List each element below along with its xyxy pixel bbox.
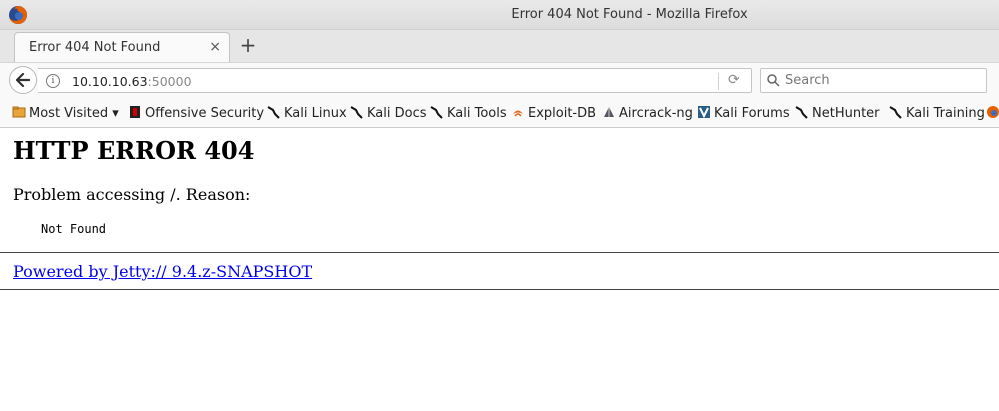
bookmark-exploit-db[interactable]: Exploit-DB [511, 105, 596, 121]
bookmark-label: Aircrack-ng [619, 106, 693, 121]
bookmarks-toolbar: Most Visited ▾ Offensive Security Kali L… [0, 98, 999, 128]
bookmark-kali-tools[interactable]: Kali Tools [430, 105, 507, 121]
bookmark-label: Kali Forums [714, 106, 790, 121]
reload-icon[interactable]: ⟳ [728, 72, 740, 88]
window-titlebar: Error 404 Not Found - Mozilla Firefox [0, 0, 999, 30]
kali-forums-icon [698, 106, 710, 119]
chevron-down-icon: ▾ [108, 106, 119, 121]
url-bar[interactable]: i 10.10.10.63:50000 ⟳ [38, 68, 752, 93]
bookmark-aircrack-ng[interactable]: Aircrack-ng [602, 105, 693, 121]
error-message: Not Found [41, 222, 107, 236]
bookmark-label: Kali Linux [284, 106, 347, 121]
powered-by-link[interactable]: Powered by Jetty:// 9.4.z-SNAPSHOT [13, 262, 986, 281]
kali-dragon-icon [350, 106, 363, 119]
tab-active[interactable]: Error 404 Not Found × [14, 32, 230, 62]
search-input[interactable] [783, 72, 977, 89]
window-title: Error 404 Not Found - Mozilla Firefox [511, 7, 748, 22]
back-button[interactable] [9, 66, 37, 94]
kali-dragon-icon [889, 106, 902, 119]
search-box[interactable] [760, 68, 987, 93]
bookmark-kali-forums[interactable]: Kali Forums [697, 105, 790, 121]
bookmark-label: Most Visited [29, 106, 109, 121]
page-content: HTTP ERROR 404 Problem accessing /. Reas… [0, 136, 999, 290]
kali-dragon-icon [267, 106, 280, 119]
bookmark-offensive-security[interactable]: Offensive Security [128, 105, 264, 121]
back-arrow-icon [16, 73, 30, 87]
folder-icon [12, 106, 26, 118]
exploitdb-icon [513, 110, 523, 117]
url-separator [718, 73, 719, 90]
navigation-toolbar: i 10.10.10.63:50000 ⟳ [0, 62, 999, 98]
url-port: :50000 [147, 74, 192, 89]
search-icon [767, 74, 780, 87]
aircrack-icon [604, 107, 614, 117]
divider [0, 289, 999, 290]
bookmark-kali-training[interactable]: Kali Training [889, 105, 985, 121]
bookmark-label: Offensive Security [145, 106, 265, 121]
error-heading: HTTP ERROR 404 [13, 136, 255, 165]
divider [0, 252, 999, 253]
bookmark-label: Exploit-DB [528, 106, 597, 121]
kali-dragon-icon [795, 106, 808, 119]
firefox-favicon-icon [987, 106, 999, 118]
url-text[interactable]: 10.10.10.63:50000 [72, 74, 192, 89]
bookmark-label: Kali Docs [367, 106, 427, 121]
offsec-icon [130, 106, 140, 118]
bookmark-overflow[interactable] [986, 105, 999, 121]
bookmark-nethunter[interactable]: NetHunter [795, 105, 880, 121]
tab-strip: Error 404 Not Found × + [0, 30, 999, 62]
bookmark-label: Kali Tools [447, 106, 507, 121]
bookmark-kali-linux[interactable]: Kali Linux [267, 105, 347, 121]
tab-title: Error 404 Not Found [29, 40, 161, 55]
close-tab-icon[interactable]: × [209, 39, 221, 55]
error-reason: Problem accessing /. Reason: [13, 185, 251, 204]
url-host: 10.10.10.63 [72, 74, 148, 89]
bookmark-label: Kali Training [906, 106, 985, 121]
kali-dragon-icon [430, 106, 443, 119]
bookmark-kali-docs[interactable]: Kali Docs [350, 105, 427, 121]
info-icon[interactable]: i [46, 74, 60, 88]
new-tab-button[interactable]: + [236, 33, 260, 57]
bookmark-most-visited[interactable]: Most Visited ▾ [12, 105, 119, 121]
bookmark-label: NetHunter [812, 106, 880, 121]
